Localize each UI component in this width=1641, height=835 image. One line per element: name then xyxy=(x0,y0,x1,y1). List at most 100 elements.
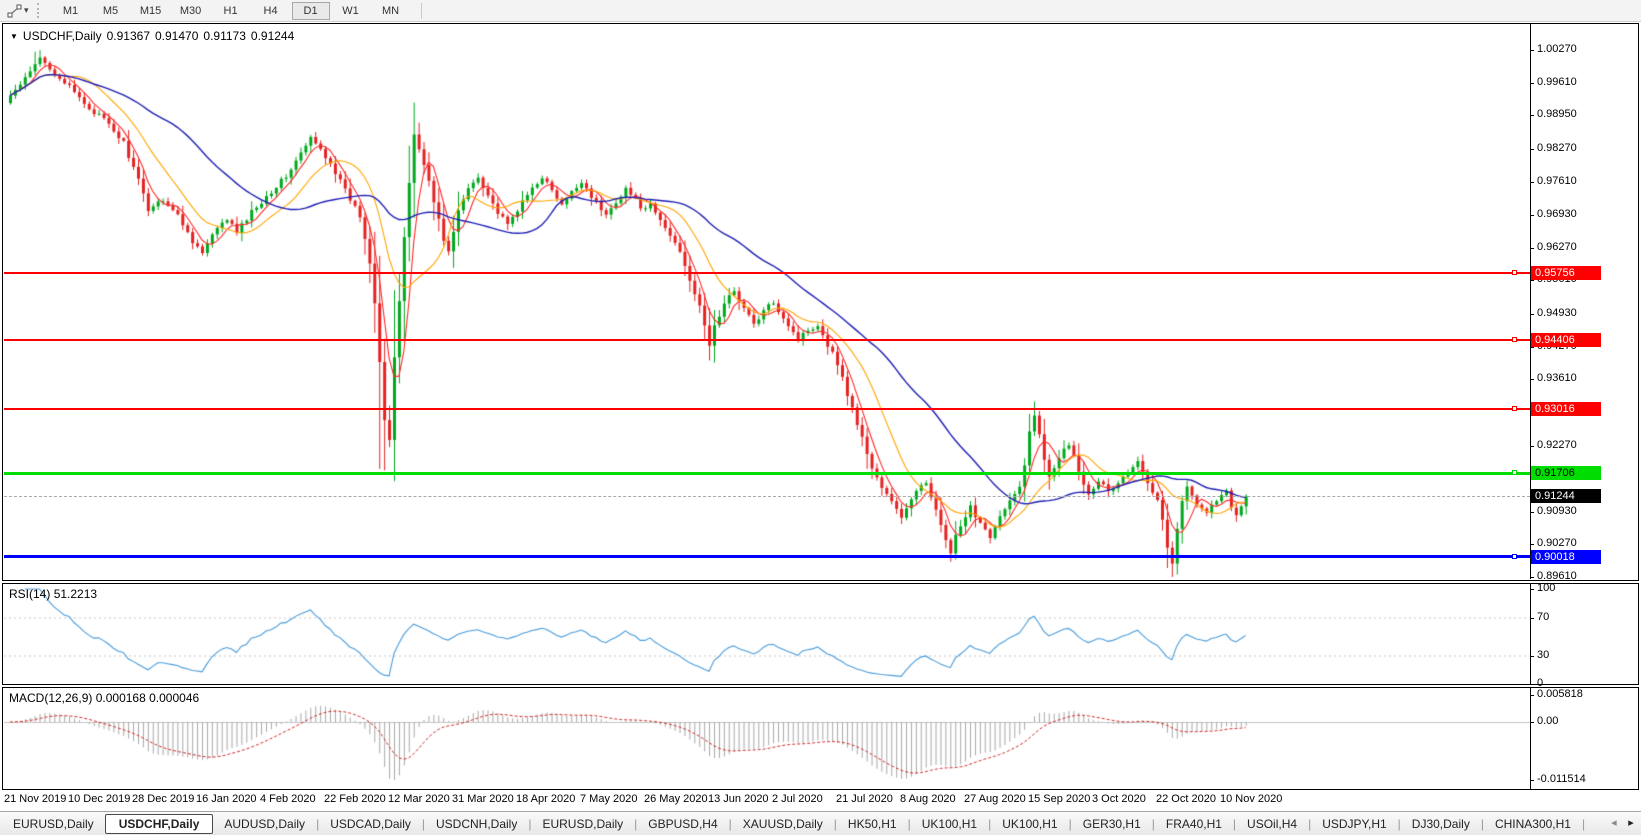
chart-tab-eurusd-daily[interactable]: EURUSD,Daily xyxy=(2,815,105,833)
chart-tab-gbpusd-h4[interactable]: GBPUSD,H4 xyxy=(637,815,728,833)
chevron-down-icon[interactable]: ▾ xyxy=(24,5,29,16)
macd-axis[interactable] xyxy=(1530,688,1531,789)
date-label: 27 Aug 2020 xyxy=(964,793,1026,805)
timeframe-button-mn[interactable]: MN xyxy=(372,2,410,20)
tab-scroll-left-button[interactable]: ◂ xyxy=(1607,816,1621,829)
macd-tick-mark xyxy=(1531,780,1534,781)
level-price-badge: 0.90018 xyxy=(1531,550,1601,564)
chart-tab-ger30-h1[interactable]: GER30,H1 xyxy=(1072,815,1152,833)
chart-surface[interactable] xyxy=(0,0,1641,835)
chart-tab-uk100-h1[interactable]: UK100,H1 xyxy=(911,815,988,833)
chart-tab-fra40-h1[interactable]: FRA40,H1 xyxy=(1155,815,1233,833)
close-value: 0.91244 xyxy=(251,29,294,43)
horizontal-level-line[interactable] xyxy=(4,339,1530,341)
rsi-tick-mark xyxy=(1531,656,1534,657)
symbol-label: USDCHF,Daily xyxy=(23,29,102,43)
rsi-tick-mark xyxy=(1531,589,1534,590)
chart-tab-audusd-daily[interactable]: AUDUSD,Daily xyxy=(213,815,316,833)
horizontal-level-line[interactable] xyxy=(4,555,1530,558)
horizontal-level-line[interactable] xyxy=(4,408,1530,410)
price-tick-mark xyxy=(1531,577,1534,578)
date-label: 26 May 2020 xyxy=(644,793,708,805)
toolbar-separator xyxy=(421,3,422,19)
line-handle[interactable] xyxy=(1512,270,1517,275)
price-tick-label: 0.99610 xyxy=(1537,76,1577,88)
date-label: 13 Jun 2020 xyxy=(708,793,769,805)
chart-tab-usdcad-daily[interactable]: USDCAD,Daily xyxy=(319,815,422,833)
chart-tab-hk50-h1[interactable]: HK50,H1 xyxy=(837,815,908,833)
level-price-badge: 0.91706 xyxy=(1531,466,1601,480)
chart-tab-dj30-daily[interactable]: DJ30,Daily xyxy=(1401,815,1481,833)
toolbar-grip[interactable] xyxy=(37,3,43,18)
line-studies-icon[interactable] xyxy=(4,3,24,19)
symbol-dropdown-caret-icon[interactable]: ▼ xyxy=(10,32,18,41)
price-tick-mark xyxy=(1531,379,1534,380)
macd-name: MACD(12,26,9) xyxy=(9,691,92,705)
chart-tab-usdchf-daily[interactable]: USDCHF,Daily xyxy=(105,814,214,834)
date-label: 21 Jul 2020 xyxy=(836,793,893,805)
horizontal-level-line[interactable] xyxy=(4,472,1530,475)
date-label: 22 Oct 2020 xyxy=(1156,793,1216,805)
rsi-label: RSI(14) 51.2213 xyxy=(9,587,97,601)
current-price-badge: 0.91244 xyxy=(1531,489,1601,503)
current-price-line xyxy=(4,496,1530,497)
price-tick-label: 0.96930 xyxy=(1537,208,1577,220)
macd-tick-mark xyxy=(1531,722,1534,723)
price-tick-label: 0.98270 xyxy=(1537,142,1577,154)
rsi-value: 51.2213 xyxy=(54,587,97,601)
chart-tab-usdjpy-h1[interactable]: USDJPY,H1 xyxy=(1311,815,1397,833)
price-tick-label: 0.96270 xyxy=(1537,241,1577,253)
horizontal-level-line[interactable] xyxy=(4,272,1530,274)
price-tick-mark xyxy=(1531,512,1534,513)
price-tick-label: 1.00270 xyxy=(1537,43,1577,55)
line-handle[interactable] xyxy=(1512,470,1517,475)
timeframe-button-m1[interactable]: M1 xyxy=(52,2,90,20)
chart-tab-eurusd-daily[interactable]: EURUSD,Daily xyxy=(531,815,634,833)
price-tick-mark xyxy=(1531,280,1534,281)
level-price-badge: 0.95756 xyxy=(1531,266,1601,280)
high-value: 0.91470 xyxy=(155,29,198,43)
chart-tab-china300-h1[interactable]: CHINA300,H1 xyxy=(1484,815,1582,833)
line-handle[interactable] xyxy=(1512,554,1517,559)
date-label: 16 Jan 2020 xyxy=(196,793,257,805)
line-handle[interactable] xyxy=(1512,337,1517,342)
rsi-tick-mark xyxy=(1531,618,1534,619)
chart-tab-usoil-da[interactable]: USOil,Da xyxy=(1585,815,1597,833)
panel-divider[interactable] xyxy=(2,684,1639,687)
chart-tab-usdcnh-daily[interactable]: USDCNH,Daily xyxy=(425,815,528,833)
chart-tab-uk100-h1[interactable]: UK100,H1 xyxy=(991,815,1068,833)
price-tick-label: 0.92270 xyxy=(1537,439,1577,451)
macd-tick-mark xyxy=(1531,695,1534,696)
low-value: 0.91173 xyxy=(203,29,246,43)
timeframe-button-h4[interactable]: H4 xyxy=(252,2,290,20)
level-price-badge: 0.93016 xyxy=(1531,402,1601,416)
price-tick-mark xyxy=(1531,544,1534,545)
price-tick-mark xyxy=(1531,182,1534,183)
chart-tab-usoil-h4[interactable]: USOil,H4 xyxy=(1236,815,1308,833)
macd-main-value: 0.000168 xyxy=(96,691,146,705)
price-tick-label: 0.98950 xyxy=(1537,108,1577,120)
date-label: 8 Aug 2020 xyxy=(900,793,956,805)
price-tick-mark xyxy=(1531,215,1534,216)
timeframe-button-m30[interactable]: M30 xyxy=(172,2,210,20)
tab-scroll-right-button[interactable]: ▸ xyxy=(1624,816,1638,829)
rsi-name: RSI(14) xyxy=(9,587,50,601)
date-label: 10 Nov 2020 xyxy=(1220,793,1282,805)
rsi-axis[interactable] xyxy=(1530,584,1531,684)
chart-title: ▼ USDCHF,Daily 0.91367 0.91470 0.91173 0.9124… xyxy=(10,29,294,43)
chart-tab-xauusd-daily[interactable]: XAUUSD,Daily xyxy=(732,815,834,833)
date-label: 12 Mar 2020 xyxy=(388,793,450,805)
timeframe-button-m15[interactable]: M15 xyxy=(132,2,170,20)
open-value: 0.91367 xyxy=(107,29,150,43)
trendline-glyph xyxy=(7,4,22,18)
timeframe-button-w1[interactable]: W1 xyxy=(332,2,370,20)
date-label: 10 Dec 2019 xyxy=(68,793,130,805)
line-handle[interactable] xyxy=(1512,406,1517,411)
rsi-scale-label: 30 xyxy=(1537,649,1549,661)
panel-divider[interactable] xyxy=(2,580,1639,583)
date-label: 2 Jul 2020 xyxy=(772,793,823,805)
timeframe-button-m5[interactable]: M5 xyxy=(92,2,130,20)
timeframe-button-d1[interactable]: D1 xyxy=(292,2,330,20)
chart-tab-bar: EURUSD,DailyUSDCHF,DailyAUDUSD,Daily|USD… xyxy=(0,811,1641,835)
timeframe-button-h1[interactable]: H1 xyxy=(212,2,250,20)
